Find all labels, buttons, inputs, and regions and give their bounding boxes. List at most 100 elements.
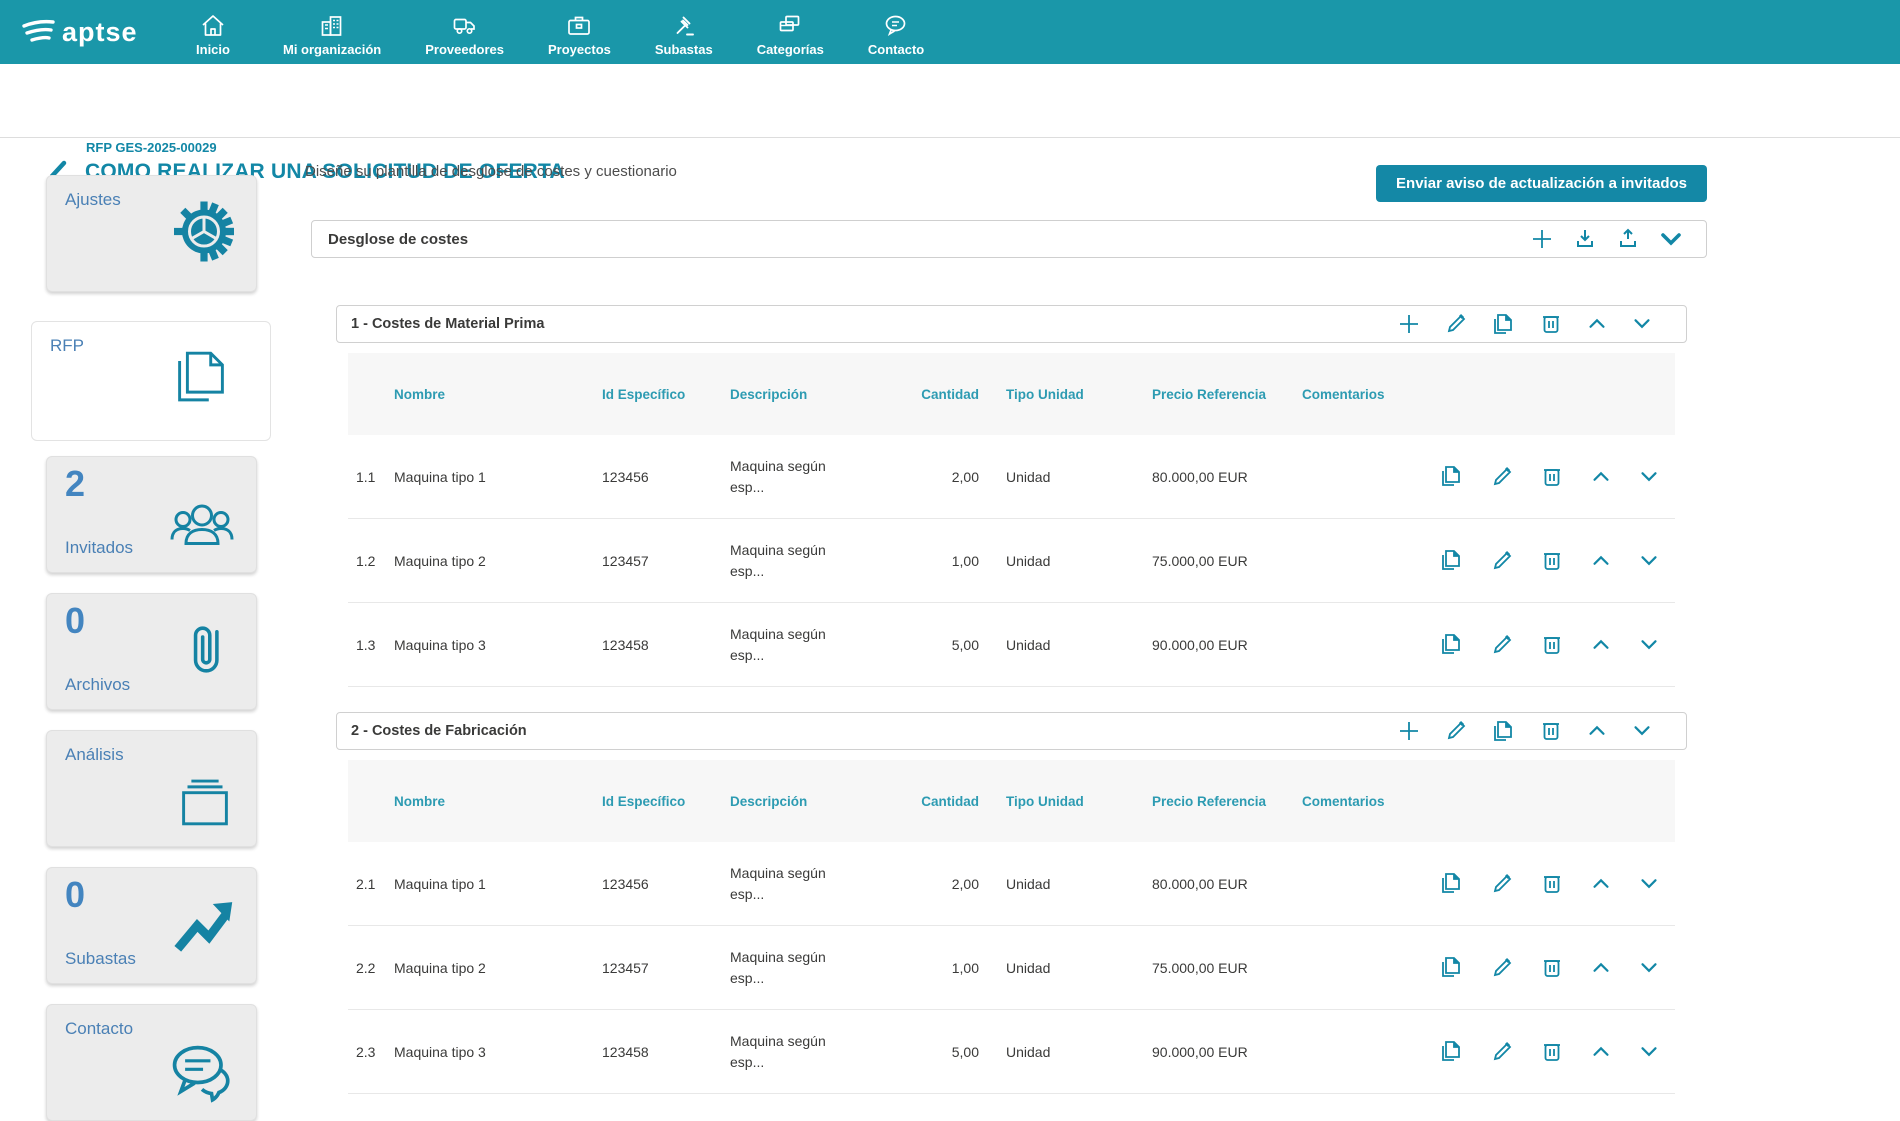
cost-breakdown-panel-header: Desglose de costes xyxy=(311,220,1707,258)
table-row: 2.1 Maquina tipo 1 123456 Maquina según … xyxy=(348,842,1675,926)
copy-icon[interactable] xyxy=(1438,870,1465,897)
delete-icon[interactable] xyxy=(1538,311,1564,337)
edit-icon[interactable] xyxy=(1489,632,1515,658)
move-down-icon[interactable] xyxy=(1637,633,1661,657)
add-section-icon[interactable] xyxy=(1529,226,1555,252)
delete-icon[interactable] xyxy=(1539,632,1565,658)
move-down-icon[interactable] xyxy=(1637,956,1661,980)
move-up-icon[interactable] xyxy=(1585,719,1609,743)
send-update-notice-button[interactable]: Enviar aviso de actualización a invitado… xyxy=(1376,165,1707,202)
section-2-header: 2 - Costes de Fabricación xyxy=(336,712,1687,750)
copy-icon[interactable] xyxy=(1490,718,1517,745)
nav-contacto[interactable]: Contacto xyxy=(846,6,946,64)
delete-icon[interactable] xyxy=(1539,955,1565,981)
nav-proyectos[interactable]: Proyectos xyxy=(526,6,633,64)
delete-icon[interactable] xyxy=(1539,464,1565,490)
gear-icon xyxy=(168,195,240,272)
table-row: 2.2 Maquina tipo 2 123457 Maquina según … xyxy=(348,926,1675,1010)
breadcrumb[interactable]: RFP GES-2025-00029 xyxy=(86,140,217,155)
stacked-pages-icon xyxy=(170,767,240,838)
svg-text:aptse: aptse xyxy=(62,17,138,47)
edit-icon[interactable] xyxy=(1489,1039,1515,1065)
nav-mi-organizacion[interactable]: Mi organización xyxy=(261,6,403,64)
main-content: Diseñe su plantilla de desglose de coste… xyxy=(305,138,1707,1094)
edit-icon[interactable] xyxy=(1489,464,1515,490)
categories-icon xyxy=(777,12,803,40)
nav-inicio[interactable]: Inicio xyxy=(165,6,261,64)
delete-icon[interactable] xyxy=(1539,1039,1565,1065)
section-1-header: 1 - Costes de Material Prima xyxy=(336,305,1687,343)
organization-icon xyxy=(319,12,345,40)
sidebar-card-subastas[interactable]: 0 Subastas xyxy=(46,867,257,984)
chat-bubbles-icon xyxy=(164,1036,240,1117)
move-down-icon[interactable] xyxy=(1637,465,1661,489)
copy-icon[interactable] xyxy=(1438,954,1465,981)
copy-icon[interactable] xyxy=(1438,463,1465,490)
move-down-icon[interactable] xyxy=(1630,312,1654,336)
move-down-icon[interactable] xyxy=(1637,1040,1661,1064)
truck-icon xyxy=(452,12,478,40)
table-row: 2.3 Maquina tipo 3 123458 Maquina según … xyxy=(348,1010,1675,1094)
move-up-icon[interactable] xyxy=(1589,633,1613,657)
section-2-table: Nombre Id Específico Descripción Cantida… xyxy=(348,760,1675,1094)
edit-icon[interactable] xyxy=(1489,548,1515,574)
edit-icon[interactable] xyxy=(1443,718,1469,744)
move-up-icon[interactable] xyxy=(1589,549,1613,573)
edit-icon[interactable] xyxy=(1443,311,1469,337)
copy-icon[interactable] xyxy=(1490,311,1517,338)
documents-icon xyxy=(166,344,236,419)
copy-icon[interactable] xyxy=(1438,547,1465,574)
nav-subastas[interactable]: Subastas xyxy=(633,6,735,64)
page-header: RFP GES-2025-00029 COMO REALIZAR UNA SOL… xyxy=(0,64,1900,138)
app-header: aptse Inicio Mi organización Proveedores… xyxy=(0,0,1900,64)
upload-icon[interactable] xyxy=(1615,226,1641,252)
table-header-row: Nombre Id Específico Descripción Cantida… xyxy=(348,760,1675,842)
copy-icon[interactable] xyxy=(1438,1038,1465,1065)
move-up-icon[interactable] xyxy=(1589,465,1613,489)
collapse-panel-icon[interactable] xyxy=(1658,226,1684,252)
move-up-icon[interactable] xyxy=(1589,956,1613,980)
move-up-icon[interactable] xyxy=(1585,312,1609,336)
add-item-icon[interactable] xyxy=(1396,718,1422,744)
sidebar-card-ajustes[interactable]: Ajustes xyxy=(46,175,257,292)
briefcase-icon xyxy=(566,12,592,40)
nav-categorias[interactable]: Categorías xyxy=(735,6,846,64)
sidebar-card-rfp[interactable]: RFP xyxy=(31,321,271,441)
move-down-icon[interactable] xyxy=(1637,872,1661,896)
table-row: 1.3 Maquina tipo 3 123458 Maquina según … xyxy=(348,603,1675,687)
invitados-count: 2 xyxy=(65,463,85,505)
delete-icon[interactable] xyxy=(1538,718,1564,744)
page-subtitle: Diseñe su plantilla de desglose de coste… xyxy=(305,163,677,180)
delete-icon[interactable] xyxy=(1539,548,1565,574)
edit-icon[interactable] xyxy=(1489,871,1515,897)
download-icon[interactable] xyxy=(1572,226,1598,252)
people-icon xyxy=(164,491,240,556)
cost-breakdown-title: Desglose de costes xyxy=(312,231,468,248)
trending-up-icon xyxy=(170,891,240,960)
section-2-title: 2 - Costes de Fabricación xyxy=(337,723,527,739)
sidebar-card-archivos[interactable]: 0 Archivos xyxy=(46,593,257,710)
move-up-icon[interactable] xyxy=(1589,1040,1613,1064)
section-1-table: Nombre Id Específico Descripción Cantida… xyxy=(348,353,1675,687)
home-icon xyxy=(200,12,226,40)
paperclip-icon xyxy=(176,615,240,688)
table-row: 1.2 Maquina tipo 2 123457 Maquina según … xyxy=(348,519,1675,603)
add-item-icon[interactable] xyxy=(1396,311,1422,337)
archivos-count: 0 xyxy=(65,600,85,642)
table-row: 1.1 Maquina tipo 1 123456 Maquina según … xyxy=(348,435,1675,519)
gavel-icon xyxy=(671,12,697,40)
main-nav: Inicio Mi organización Proveedores Proye… xyxy=(165,0,946,64)
move-up-icon[interactable] xyxy=(1589,872,1613,896)
nav-proveedores[interactable]: Proveedores xyxy=(403,6,526,64)
subastas-count: 0 xyxy=(65,874,85,916)
delete-icon[interactable] xyxy=(1539,871,1565,897)
sidebar-card-analisis[interactable]: Análisis xyxy=(46,730,257,847)
edit-icon[interactable] xyxy=(1489,955,1515,981)
table-header-row: Nombre Id Específico Descripción Cantida… xyxy=(348,353,1675,435)
move-down-icon[interactable] xyxy=(1637,549,1661,573)
sidebar-card-invitados[interactable]: 2 Invitados xyxy=(46,456,257,573)
app-logo[interactable]: aptse xyxy=(0,10,165,54)
move-down-icon[interactable] xyxy=(1630,719,1654,743)
sidebar-card-contacto[interactable]: Contacto xyxy=(46,1004,257,1121)
copy-icon[interactable] xyxy=(1438,631,1465,658)
